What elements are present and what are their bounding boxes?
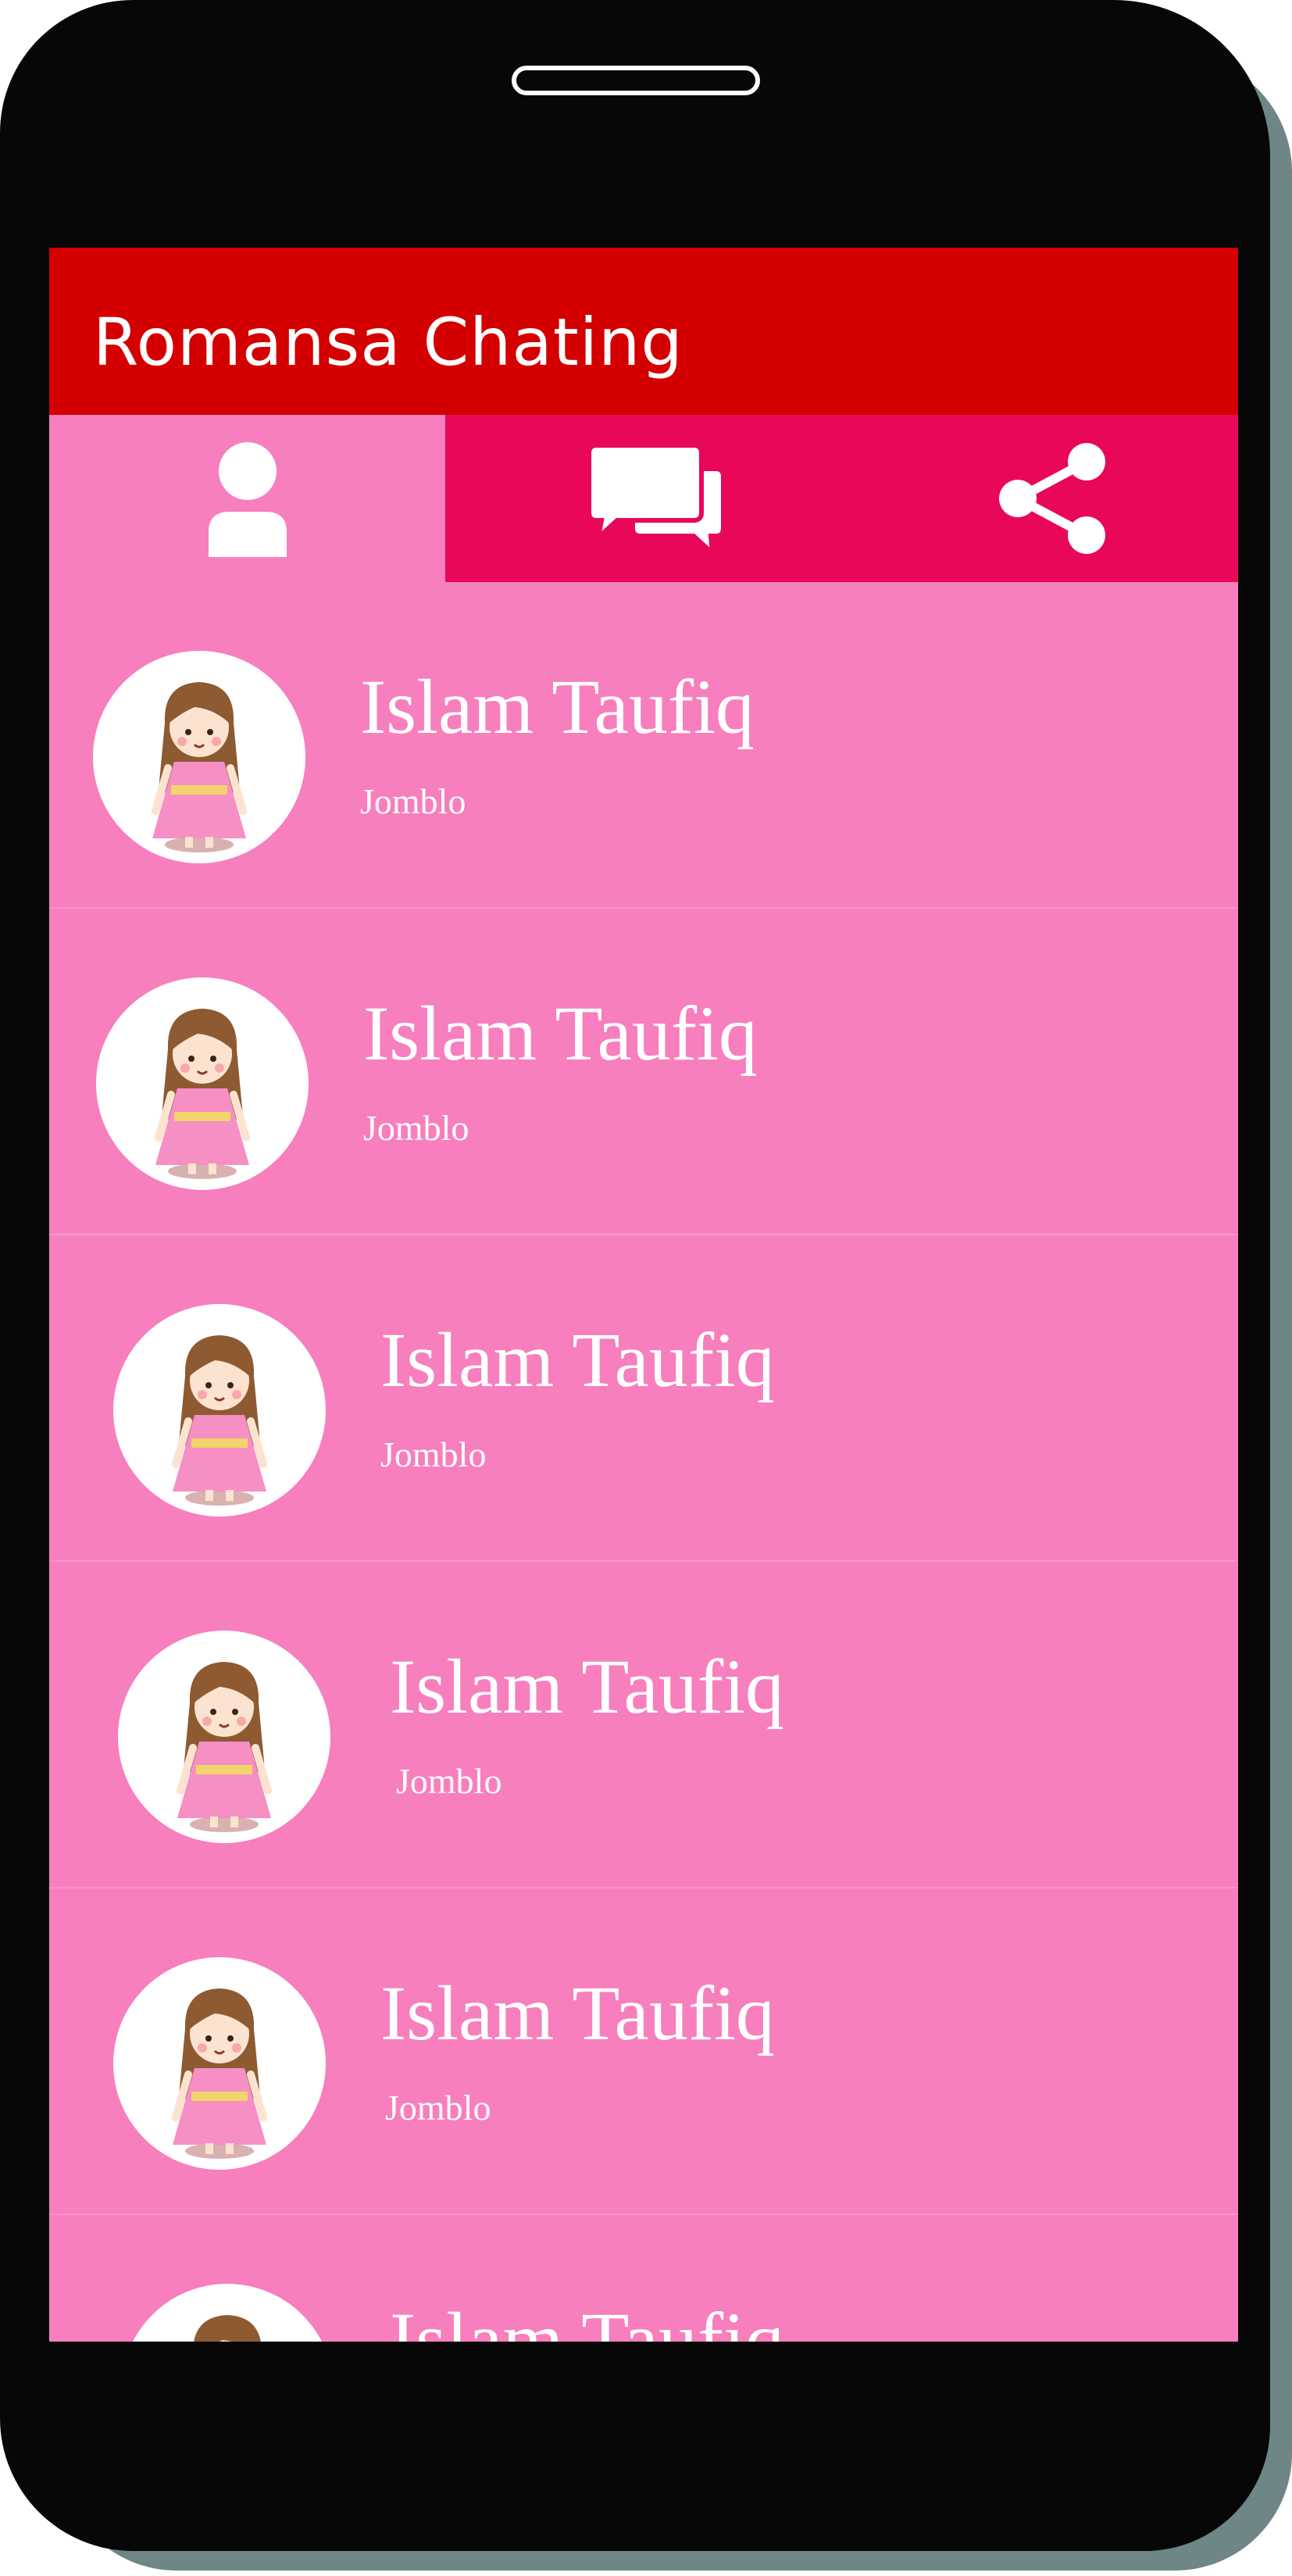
chat-bubbles-icon <box>587 444 726 553</box>
phone-frame: Romansa Chating Islam Taufiq Jomblo Isla… <box>0 0 1270 2551</box>
app-title: Romansa Chating <box>93 304 683 381</box>
girl-avatar-icon <box>177 1662 272 1832</box>
contact-row[interactable]: Islam Taufiq Jomblo <box>49 1888 1238 2215</box>
avatar <box>113 1957 326 2170</box>
contact-name: Islam Taufiq <box>390 2296 784 2342</box>
tab-chats[interactable] <box>445 415 867 582</box>
contact-status: Jomblo <box>396 1761 502 1801</box>
contact-row[interactable]: Islam Taufiq Jomblo <box>49 1562 1238 1888</box>
girl-avatar-icon <box>152 682 247 852</box>
avatar <box>121 2284 334 2342</box>
contact-name: Islam Taufiq <box>380 1317 775 1403</box>
contact-row[interactable]: Islam Taufiq <box>49 2215 1238 2342</box>
phone-speaker <box>512 66 760 95</box>
contact-status: Jomblo <box>363 1108 469 1148</box>
share-icon <box>998 443 1105 554</box>
avatar <box>118 1631 330 1843</box>
contact-list: Islam Taufiq Jomblo Islam Taufiq Jomblo … <box>49 582 1238 2342</box>
avatar <box>93 651 305 863</box>
contact-row[interactable]: Islam Taufiq Jomblo <box>49 582 1238 909</box>
contact-status: Jomblo <box>385 2088 491 2128</box>
contact-name: Islam Taufiq <box>363 990 758 1077</box>
contact-status: Jomblo <box>380 1434 487 1474</box>
tab-share[interactable] <box>867 415 1238 582</box>
contact-row[interactable]: Islam Taufiq Jomblo <box>49 1235 1238 1562</box>
person-icon <box>208 442 287 557</box>
tab-contacts[interactable] <box>49 415 445 582</box>
tab-bar <box>49 415 1238 582</box>
girl-avatar-icon <box>155 1009 250 1179</box>
girl-avatar-icon <box>172 1335 267 1506</box>
girl-avatar-icon <box>194 2315 261 2342</box>
avatar <box>96 977 309 1190</box>
avatar <box>113 1304 326 1517</box>
contact-name: Islam Taufiq <box>390 1643 784 1730</box>
app-screen: Romansa Chating Islam Taufiq Jomblo Isla… <box>49 248 1238 2342</box>
contact-status: Jomblo <box>360 781 466 821</box>
contact-name: Islam Taufiq <box>380 1970 775 2056</box>
contact-row[interactable]: Islam Taufiq Jomblo <box>49 909 1238 1235</box>
app-bar: Romansa Chating <box>49 248 1238 415</box>
girl-avatar-icon <box>172 1988 267 2159</box>
contact-name: Islam Taufiq <box>360 663 755 750</box>
